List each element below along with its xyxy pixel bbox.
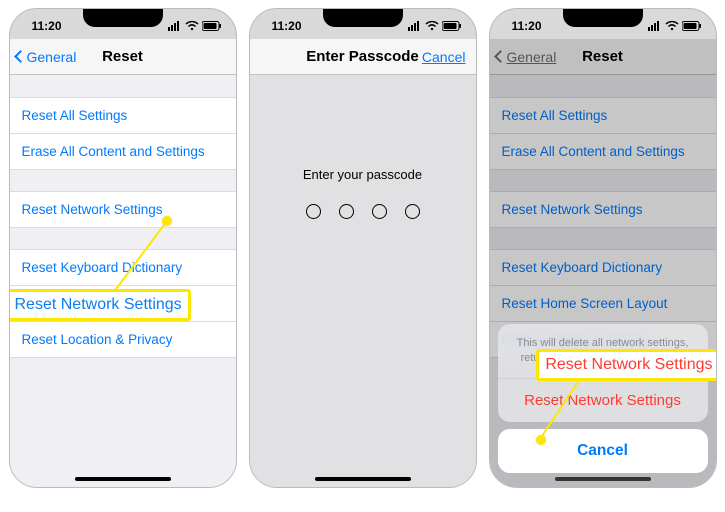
status-right-icons xyxy=(408,21,462,31)
screen-passcode: Enter Passcode Cancel Enter your passcod… xyxy=(250,39,476,487)
phone-3: 11:20 General Reset Reset All Settings E… xyxy=(489,8,717,488)
home-indicator[interactable] xyxy=(315,477,411,481)
navbar: Enter Passcode Cancel xyxy=(250,39,476,75)
phone-1: 11:20 General Reset Reset All Settings E… xyxy=(9,8,237,488)
battery-icon xyxy=(442,21,462,31)
passcode-prompt: Enter your passcode xyxy=(303,167,422,182)
passcode-area: Enter your passcode xyxy=(250,167,476,219)
annotation-line xyxy=(10,9,237,329)
passcode-dot xyxy=(372,204,387,219)
annotation-dot xyxy=(536,435,546,445)
passcode-dot xyxy=(306,204,321,219)
status-time: 11:20 xyxy=(272,19,302,33)
home-indicator[interactable] xyxy=(555,477,651,481)
phone-2: 11:20 Enter Passcode Cancel Enter your p… xyxy=(249,8,477,488)
page-title: Enter Passcode xyxy=(306,48,419,65)
signal-icon xyxy=(408,21,422,31)
home-indicator[interactable] xyxy=(75,477,171,481)
cancel-button[interactable]: Cancel xyxy=(422,49,466,65)
notch xyxy=(323,9,403,27)
passcode-dot xyxy=(405,204,420,219)
annotation-callout: Reset Network Settings xyxy=(536,349,716,381)
passcode-dot xyxy=(339,204,354,219)
wifi-icon xyxy=(425,21,439,31)
annotation-callout: Reset Network Settings xyxy=(9,289,191,321)
annotation-line xyxy=(490,9,717,469)
annotation-dot xyxy=(162,216,172,226)
passcode-dots xyxy=(306,204,420,219)
